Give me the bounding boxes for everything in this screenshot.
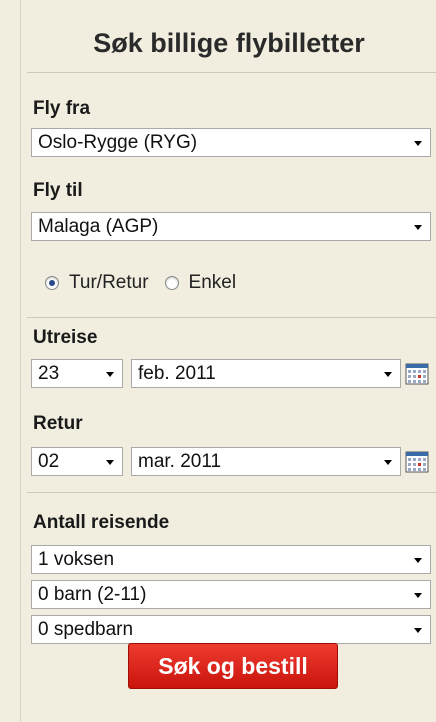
chevron-down-icon [414, 593, 422, 598]
flight-search-panel: Søk billige flybilletter Fly fra Oslo-Ry… [20, 0, 436, 722]
trip-type-group: Tur/Retur Enkel [45, 272, 252, 294]
children-select[interactable]: 0 barn (2-11) [31, 580, 431, 609]
from-label: Fly fra [33, 98, 91, 119]
return-month-value: mar. 2011 [138, 451, 222, 472]
chevron-down-icon [384, 372, 392, 377]
calendar-icon[interactable] [405, 450, 429, 474]
radio-round-trip[interactable] [45, 276, 59, 290]
return-month-select[interactable]: mar. 2011 [131, 447, 401, 476]
chevron-down-icon [106, 460, 114, 465]
infants-value: 0 spedbarn [38, 619, 134, 640]
to-value: Malaga (AGP) [38, 216, 159, 237]
divider [27, 72, 436, 73]
search-book-button[interactable]: Søk og bestill [128, 643, 338, 689]
calendar-icon[interactable] [405, 362, 429, 386]
return-day-select[interactable]: 02 [31, 447, 123, 476]
to-select[interactable]: Malaga (AGP) [31, 212, 431, 241]
page-title: Søk billige flybilletter [93, 28, 365, 58]
departure-month-select[interactable]: feb. 2011 [131, 359, 401, 388]
departure-label: Utreise [33, 327, 98, 348]
travelers-label: Antall reisende [33, 512, 170, 533]
chevron-down-icon [414, 628, 422, 633]
divider [27, 492, 436, 493]
chevron-down-icon [414, 225, 422, 230]
radio-round-trip-label[interactable]: Tur/Retur [69, 272, 149, 294]
chevron-down-icon [106, 372, 114, 377]
departure-day-value: 23 [38, 363, 60, 384]
divider [27, 317, 436, 318]
departure-month-value: feb. 2011 [138, 363, 216, 384]
chevron-down-icon [414, 558, 422, 563]
return-day-value: 02 [38, 451, 60, 472]
adults-value: 1 voksen [38, 549, 115, 570]
chevron-down-icon [384, 460, 392, 465]
radio-one-way-label[interactable]: Enkel [189, 272, 237, 294]
to-label: Fly til [33, 180, 83, 201]
children-value: 0 barn (2-11) [38, 584, 147, 605]
adults-select[interactable]: 1 voksen [31, 545, 431, 574]
infants-select[interactable]: 0 spedbarn [31, 615, 431, 644]
departure-day-select[interactable]: 23 [31, 359, 123, 388]
radio-one-way[interactable] [164, 276, 179, 290]
chevron-down-icon [414, 141, 422, 146]
return-label: Retur [33, 413, 83, 434]
from-select[interactable]: Oslo-Rygge (RYG) [31, 128, 431, 157]
from-value: Oslo-Rygge (RYG) [38, 132, 198, 153]
